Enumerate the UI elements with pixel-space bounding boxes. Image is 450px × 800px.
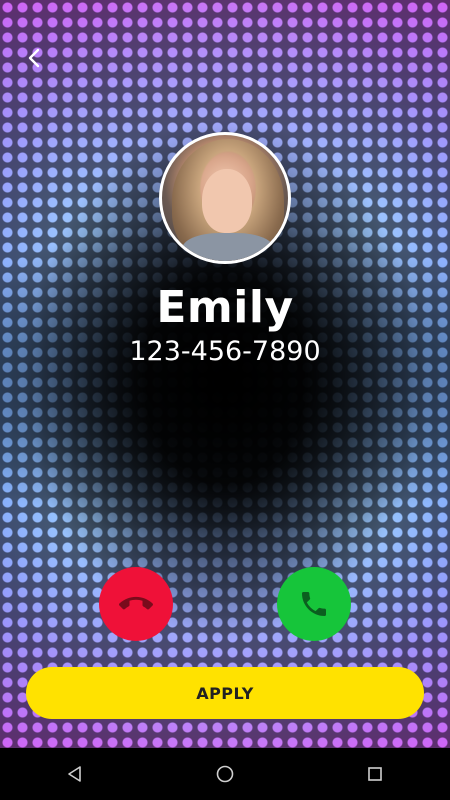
caller-avatar <box>159 132 291 264</box>
nav-recents-button[interactable] <box>351 750 399 798</box>
system-navigation-bar <box>0 748 450 800</box>
circle-home-icon <box>216 765 234 783</box>
accept-call-button[interactable] <box>277 567 351 641</box>
back-button[interactable] <box>18 42 50 74</box>
call-theme-preview-screen: Emily 123-456-7890 APPLY <box>0 0 450 800</box>
avatar-shirt <box>182 233 274 261</box>
phone-hangup-icon <box>119 596 153 610</box>
chevron-left-icon <box>28 48 40 68</box>
apply-button[interactable]: APPLY <box>26 667 424 719</box>
caller-name: Emily <box>156 282 294 333</box>
caller-phone-number: 123-456-7890 <box>129 336 321 367</box>
nav-home-button[interactable] <box>201 750 249 798</box>
disco-dots-background <box>0 0 450 748</box>
nav-back-button[interactable] <box>51 750 99 798</box>
square-recents-icon <box>368 767 382 781</box>
avatar-face <box>202 169 252 233</box>
decline-call-button[interactable] <box>99 567 173 641</box>
phone-icon <box>302 592 326 616</box>
triangle-back-icon <box>68 766 81 782</box>
